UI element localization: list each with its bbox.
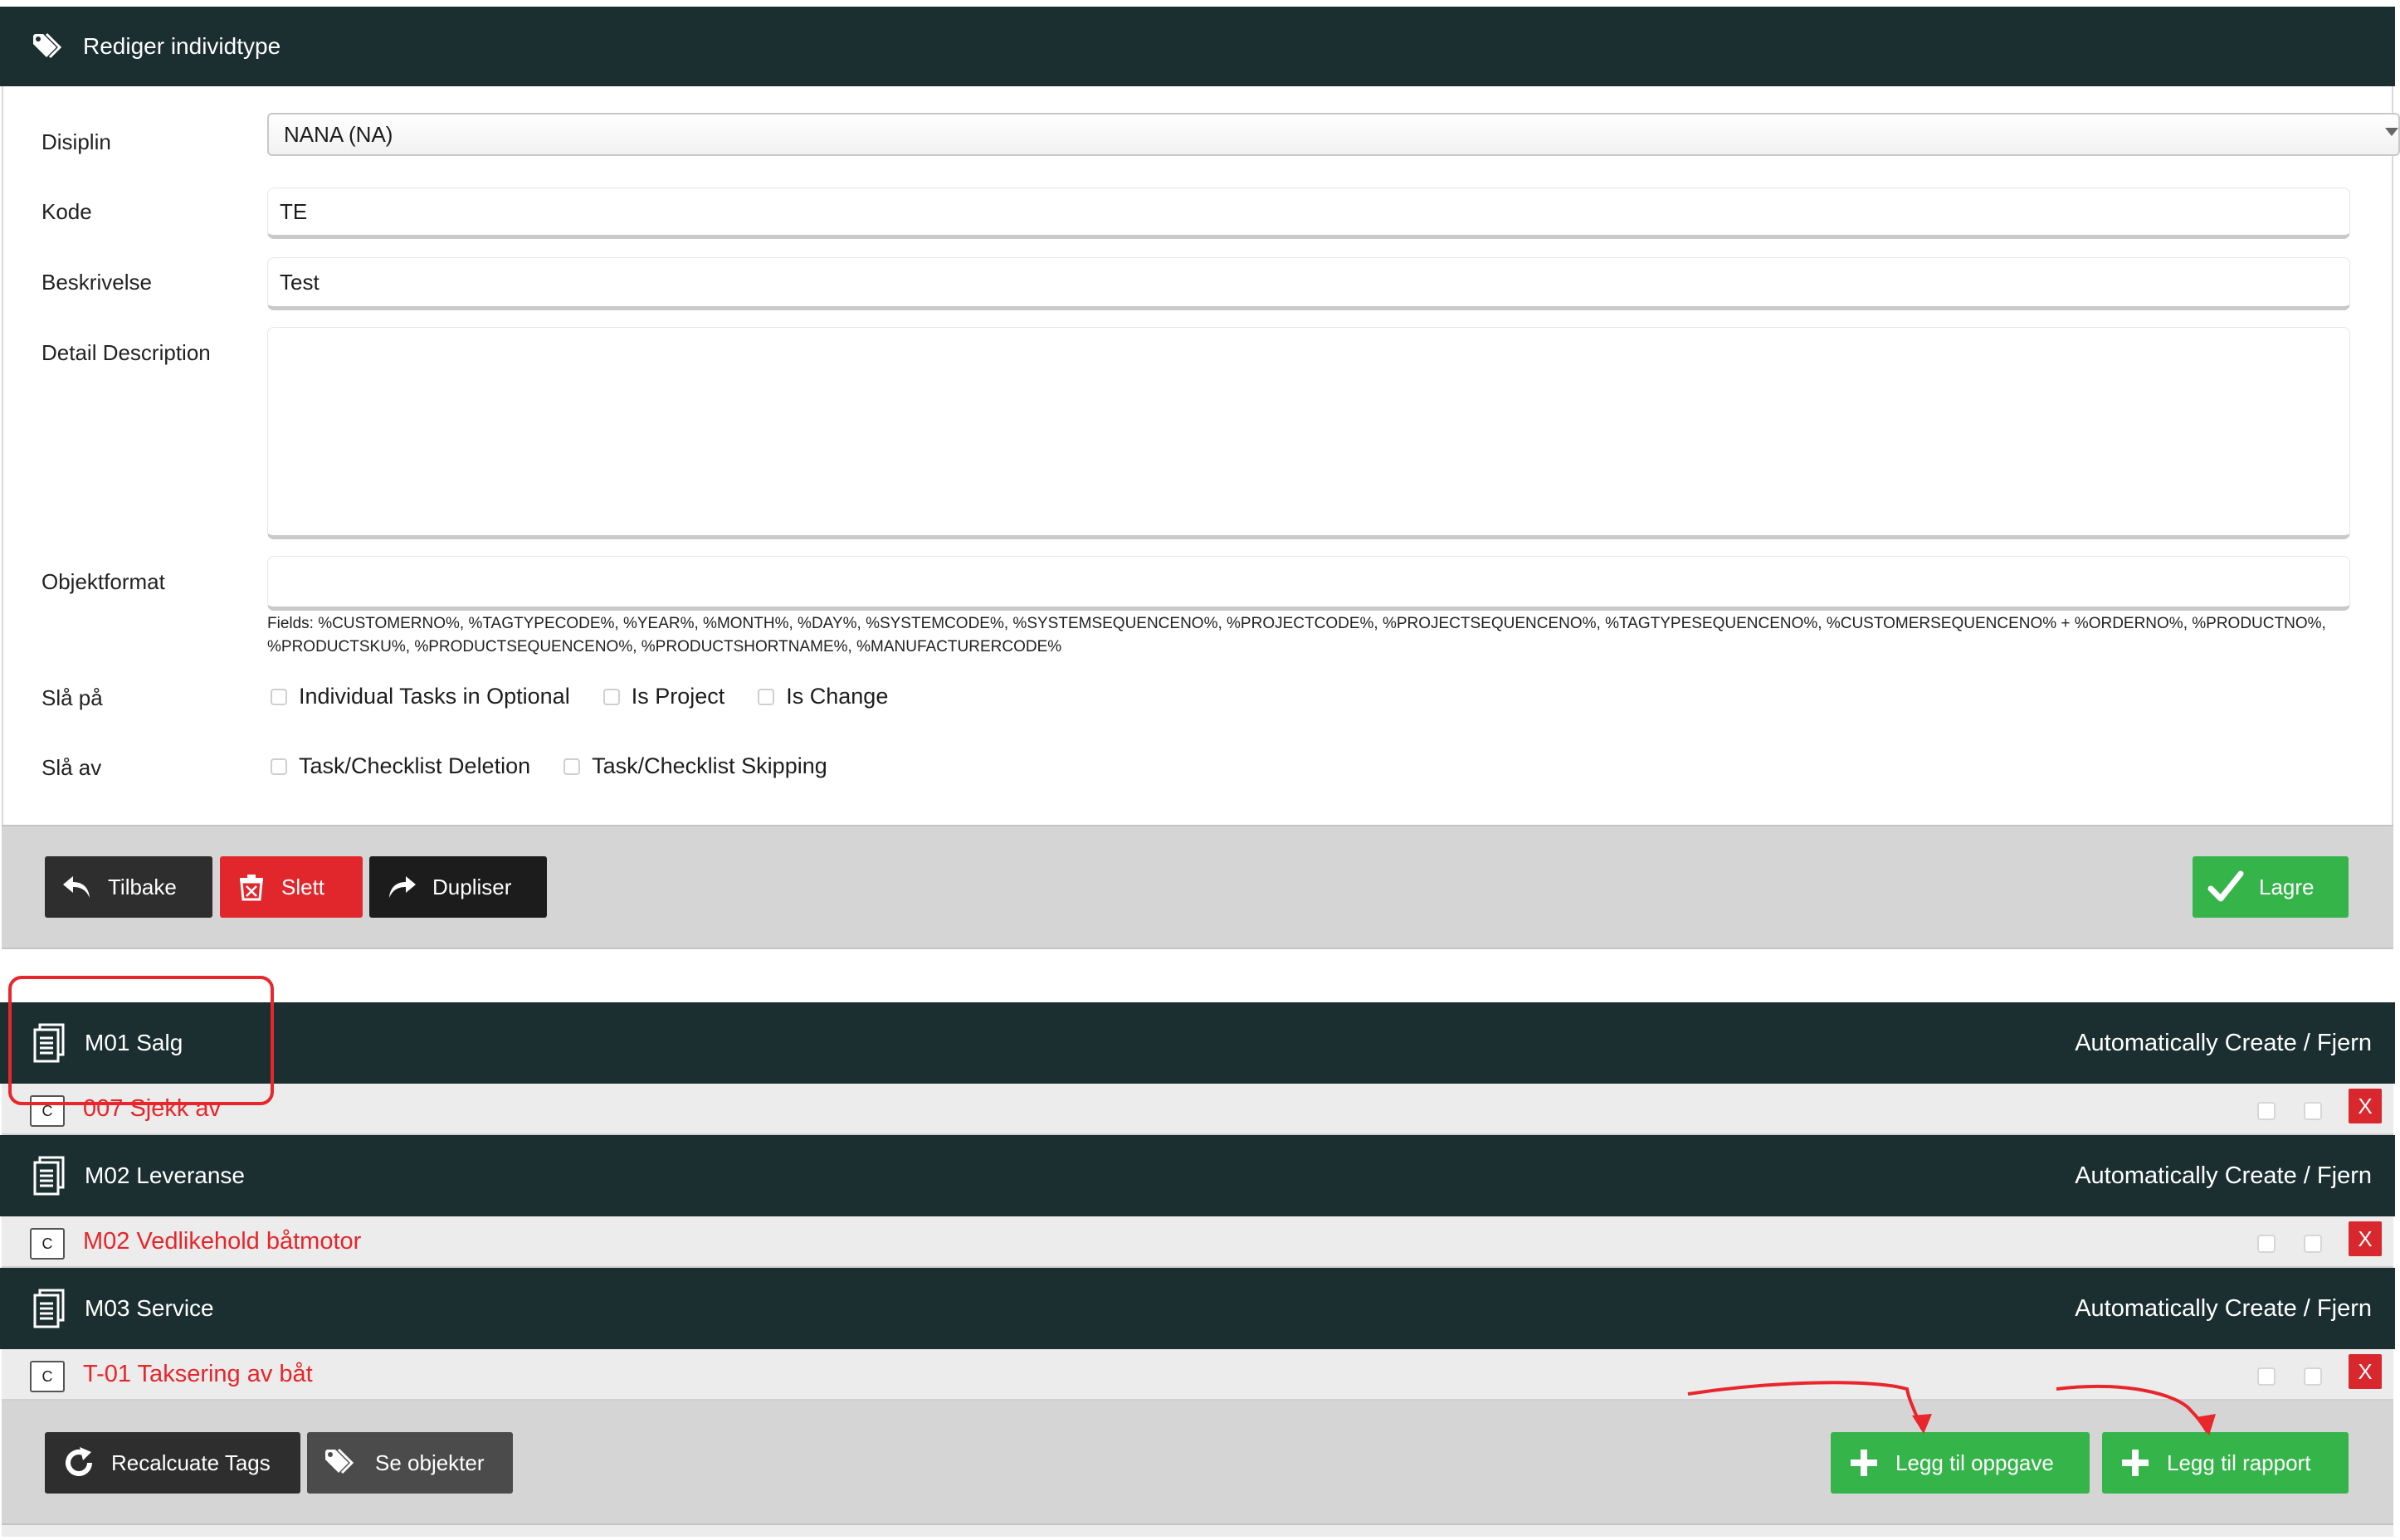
se-objekter-label: Se objekter [375,1450,485,1475]
section-item-m03: C T-01 Taksering av båt X [2,1349,2393,1401]
sla-pa-options: Individual Tasks in Optional Is Project … [271,684,921,709]
option-label: Is Project [631,684,725,709]
option-label: Is Change [786,684,889,709]
page-bottom-edge [2,1525,2393,1537]
chevron-down-icon [2385,128,2398,136]
undo-arrow-icon [61,873,93,901]
section-title: M03 Service [85,1295,214,1321]
refresh-icon [61,1445,96,1480]
recalculate-label: Recalcuate Tags [111,1450,271,1475]
checkbox[interactable] [758,688,775,705]
se-objekter-button[interactable]: Se objekter [307,1432,513,1494]
beskrivelse-field[interactable]: Test [267,257,2350,310]
section-item-m02: C M02 Vedlikehold båtmotor X [2,1216,2393,1268]
remove-button[interactable]: X [2349,1089,2382,1123]
section-title: M02 Leveranse [85,1162,246,1188]
section-header-m01: M01 Salg Automatically Create / Fjern [0,1002,2395,1084]
remove-button[interactable]: X [2349,1221,2382,1256]
option-is-change[interactable]: Is Change [758,684,888,709]
sla-av-label: Slå av [41,755,102,780]
checkbox[interactable] [271,688,287,705]
recalculate-tags-button[interactable]: Recalcuate Tags [45,1432,300,1494]
share-arrow-icon [386,873,417,901]
objektformat-hint: Fields: %CUSTOMERNO%, %TAGTYPECODE%, %YE… [267,615,2326,655]
section-header-m02: M02 Leveranse Automatically Create / Fje… [0,1135,2395,1216]
section-right-label: Automatically Create / Fjern [2075,1162,2372,1189]
kode-value: TE [280,198,308,224]
c-button[interactable]: C [30,1228,65,1260]
tag-icon [32,32,65,61]
kode-field[interactable]: TE [267,188,2350,239]
section-right-label: Automatically Create / Fjern [2075,1294,2372,1322]
dupliser-label: Dupliser [432,874,512,899]
objektformat-label: Objektformat [41,569,165,594]
legg-til-rapport-label: Legg til rapport [2167,1450,2311,1475]
plus-icon [2119,1446,2152,1479]
section-header-m03: M03 Service Automatically Create / Fjern [0,1268,2395,1349]
kode-label: Kode [41,199,92,224]
tilbake-label: Tilbake [108,874,177,899]
auto-create-checkbox[interactable] [2257,1235,2276,1253]
c-button[interactable]: C [30,1361,65,1392]
detail-description-label: Detail Description [41,340,211,365]
page-title: Rediger individtype [83,33,281,59]
sla-av-options: Task/Checklist Deletion Task/Checklist S… [271,753,861,779]
checkmark-icon [2207,870,2244,904]
tilbake-button[interactable]: Tilbake [45,856,212,918]
checkbox[interactable] [271,758,287,775]
option-label: Task/Checklist Skipping [592,753,827,778]
objektformat-field[interactable] [267,556,2350,611]
option-label: Task/Checklist Deletion [299,753,531,778]
beskrivelse-value: Test [280,269,320,295]
fjern-checkbox[interactable] [2304,1367,2322,1386]
remove-button[interactable]: X [2349,1354,2382,1389]
section-title: M01 Salg [85,1030,183,1055]
c-button[interactable]: C [30,1095,65,1127]
section-right-label: Automatically Create / Fjern [2075,1029,2372,1056]
disiplin-value: NANA (NA) [284,121,393,147]
checkbox[interactable] [602,688,620,705]
page-header: Rediger individtype [0,7,2395,86]
plus-icon [1847,1446,1880,1479]
item-link[interactable]: 007 Sjekk av [83,1095,221,1123]
option-task-deletion[interactable]: Task/Checklist Deletion [271,753,530,779]
legg-til-rapport-button[interactable]: Legg til rapport [2102,1432,2349,1494]
trash-icon [237,873,266,901]
section-item-m01: C 007 Sjekk av X [2,1084,2393,1135]
sla-pa-label: Slå på [41,685,103,710]
detail-description-textarea[interactable] [267,327,2350,539]
document-icon [33,1289,66,1328]
fjern-checkbox[interactable] [2304,1102,2322,1120]
legg-til-oppgave-label: Legg til oppgave [1895,1450,2054,1475]
auto-create-checkbox[interactable] [2257,1102,2276,1120]
slett-button[interactable]: Slett [220,856,363,918]
lagre-label: Lagre [2259,874,2315,899]
option-is-project[interactable]: Is Project [602,684,725,709]
disiplin-label: Disiplin [41,129,111,154]
auto-create-checkbox[interactable] [2257,1367,2276,1386]
beskrivelse-label: Beskrivelse [41,270,152,295]
slett-label: Slett [281,874,325,899]
document-icon [33,1156,66,1196]
dupliser-button[interactable]: Dupliser [369,856,547,918]
option-label: Individual Tasks in Optional [299,684,570,709]
document-icon [33,1023,66,1063]
fjern-checkbox[interactable] [2304,1235,2322,1253]
lagre-button[interactable]: Lagre [2193,856,2349,918]
disiplin-select[interactable]: NANA (NA) [267,113,2400,156]
option-individual-tasks[interactable]: Individual Tasks in Optional [271,684,570,709]
tags-icon [324,1448,360,1478]
option-task-skipping[interactable]: Task/Checklist Skipping [563,753,827,779]
legg-til-oppgave-button[interactable]: Legg til oppgave [1831,1432,2090,1494]
item-link[interactable]: T-01 Taksering av båt [83,1361,313,1388]
checkbox[interactable] [563,758,581,775]
item-link[interactable]: M02 Vedlikehold båtmotor [83,1228,361,1255]
